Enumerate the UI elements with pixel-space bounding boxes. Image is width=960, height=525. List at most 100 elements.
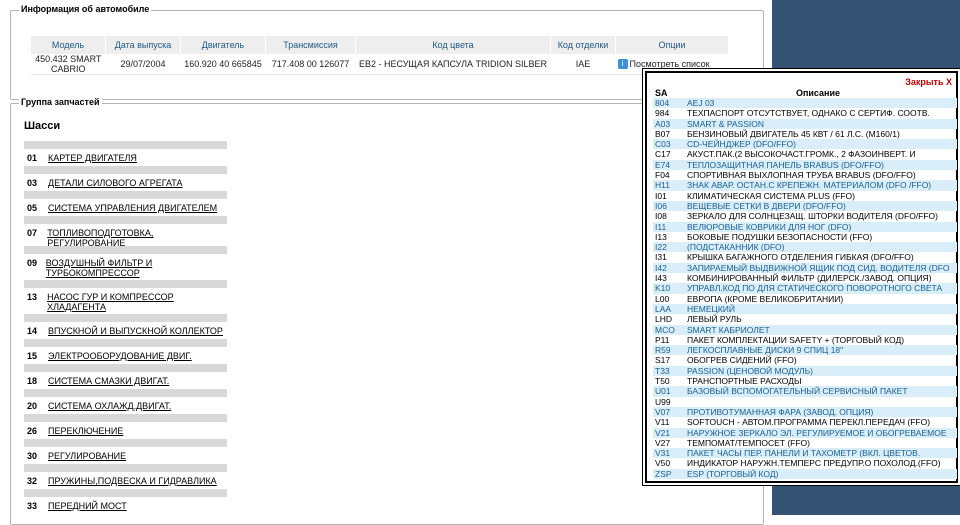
option-desc: БАЗОВЫЙ ВСПОМОГАТЕЛЬНЫЙ СЕРВИСНЫЙ ПАКЕТ (687, 386, 908, 397)
group-number: 09 (27, 258, 38, 268)
group-link[interactable]: СИСТЕМА ОХЛАЖД.ДВИГАТ. (48, 401, 171, 411)
option-row: LHD ЛЕВЫЙ РУЛЬ (653, 314, 957, 324)
parts-group-item[interactable]: 03 ДЕТАЛИ СИЛОВОГО АГРЕГАТА (24, 166, 227, 191)
option-row: 984 ТЕХПАСПОРТ ОТСУТСТВУЕТ, ОДНАКО С СЕРТ… (653, 108, 957, 118)
group-row: 07 ТОПЛИВОПОДГОТОВКА, РЕГУЛИРОВАНИЕ (24, 224, 227, 248)
group-link[interactable]: ЭЛЕКТРООБОРУДОВАНИЕ ДВИГ. (48, 351, 192, 361)
option-desc: ПАКЕТ КОМПЛЕКТАЦИИ SAFETY + (ТОРГОВЫЙ КО… (687, 334, 905, 345)
group-link[interactable]: ВОЗДУШНЫЙ ФИЛЬТР И ТУРБОКОМПРЕССОР (46, 258, 227, 278)
group-number: 05 (27, 203, 38, 213)
group-link[interactable]: ТОПЛИВОПОДГОТОВКА, РЕГУЛИРОВАНИЕ (47, 228, 227, 248)
parts-group-item[interactable]: 05 СИСТЕМА УПРАВЛЕНИЯ ДВИГАТЕЛЕМ (24, 191, 227, 216)
parts-group-item[interactable]: 07 ТОПЛИВОПОДГОТОВКА, РЕГУЛИРОВАНИЕ (24, 216, 227, 248)
group-separator (24, 246, 227, 254)
option-code: I43 (655, 273, 667, 284)
col-date: Дата выпуска (105, 36, 181, 54)
parts-group-item[interactable]: 30 РЕГУЛИРОВАНИЕ (24, 439, 227, 464)
option-row: I31 КРЫШКА БАГАЖНОГО ОТДЕЛЕНИЯ ГИБКАЯ (DF… (653, 252, 957, 262)
group-link[interactable]: НАСОС ГУР И КОМПРЕССОР ХЛАДАГЕНТА (47, 292, 227, 312)
option-desc: КРЫШКА БАГАЖНОГО ОТДЕЛЕНИЯ ГИБКАЯ (DFO/F… (687, 252, 914, 263)
option-code: P11 (655, 334, 670, 345)
parts-group-item[interactable]: 20 СИСТЕМА ОХЛАЖД.ДВИГАТ. (24, 389, 227, 414)
option-code: V50 (655, 458, 671, 469)
parts-group-item[interactable]: 32 ПРУЖИНЫ,ПОДВЕСКА И ГИДРАВЛИКА (24, 464, 227, 489)
group-link[interactable]: ВПУСКНОЙ И ВЫПУСКНОЙ КОЛЛЕКТОР (48, 326, 223, 336)
option-desc (687, 397, 957, 407)
group-number: 03 (27, 178, 38, 188)
option-desc: ТЕПЛОЗАЩИТНАЯ ПАНЕЛЬ BRABUS (DFO/FFO) (687, 159, 884, 170)
option-code: L00 (655, 293, 670, 304)
option-code: H11 (655, 180, 670, 191)
group-link[interactable]: СИСТЕМА УПРАВЛЕНИЯ ДВИГАТЕЛЕМ (48, 203, 217, 213)
option-desc: SMART КАБРИОЛЕТ (687, 324, 770, 335)
car-info-legend: Информация об автомобиле (19, 4, 152, 14)
option-code: 984 (655, 108, 670, 119)
parts-group-item[interactable]: 13 НАСОС ГУР И КОМПРЕССОР ХЛАДАГЕНТА (24, 280, 227, 314)
group-row: 05 СИСТЕМА УПРАВЛЕНИЯ ДВИГАТЕЛЕМ (24, 199, 227, 213)
option-desc: ЕВРОПА (КРОМЕ ВЕЛИКОБРИТАНИИ) (687, 293, 844, 304)
col-options: Опции (615, 36, 729, 54)
option-row: S17 ОБОГРЕВ СИДЕНИЙ (FFO) (653, 355, 957, 365)
option-row: V11 SOFTOUCH - АВТОМ.ПРОГРАММА ПЕРЕКЛ.ПЕР… (653, 417, 957, 427)
cell-engine: 160.920 40 665845 (180, 54, 266, 75)
option-code: U01 (655, 386, 671, 397)
group-separator (24, 166, 227, 174)
option-desc: ИНДИКАТОР НАРУЖН.ТЕМПЕРС ПРЕДУПР.О ПОХОЛ… (687, 458, 941, 469)
group-link[interactable]: ДЕТАЛИ СИЛОВОГО АГРЕГАТА (48, 178, 182, 188)
parts-group-item[interactable]: 09 ВОЗДУШНЫЙ ФИЛЬТР И ТУРБОКОМПРЕССОР (24, 246, 227, 280)
group-row: 01 КАРТЕР ДВИГАТЕЛЯ (24, 149, 227, 163)
option-row: C17 АКУСТ.ПАК.(2 ВЫСОКОЧАСТ.ГРОМК., 2 ФАЗ… (653, 149, 957, 159)
parts-group-item[interactable]: 01 КАРТЕР ДВИГАТЕЛЯ (24, 141, 227, 166)
group-link[interactable]: ПЕРЕДНИЙ МОСТ (48, 501, 127, 511)
group-link[interactable]: ПРУЖИНЫ,ПОДВЕСКА И ГИДРАВЛИКА (48, 476, 217, 486)
cell-date: 29/07/2004 (105, 54, 181, 75)
parts-group-legend: Группа запчастей (19, 97, 102, 107)
option-desc: (ПОДСТАКАННИК (DFO) (687, 242, 785, 253)
group-number: 32 (27, 476, 38, 486)
option-code: V21 (655, 427, 671, 438)
group-row: 32 ПРУЖИНЫ,ПОДВЕСКА И ГИДРАВЛИКА (24, 472, 227, 486)
group-link[interactable]: РЕГУЛИРОВАНИЕ (48, 451, 126, 461)
close-popup-button[interactable]: Закрыть X (905, 77, 952, 87)
parts-group-item[interactable]: 15 ЭЛЕКТРООБОРУДОВАНИЕ ДВИГ. (24, 339, 227, 364)
group-separator (24, 191, 227, 199)
option-desc: НАРУЖНОЕ ЗЕРКАЛО ЭЛ. РЕГУЛИРУЕМОЕ И ОБОГ… (687, 427, 947, 438)
group-link[interactable]: ПЕРЕКЛЮЧЕНИЕ (48, 426, 123, 436)
parts-group-item[interactable]: 33 ПЕРЕДНИЙ МОСТ (24, 489, 227, 514)
cell-color: EB2 - НЕСУЩАЯ КАПСУЛА TRIDION SILBER (355, 54, 551, 75)
parts-group-item[interactable]: 14 ВПУСКНОЙ И ВЫПУСКНОЙ КОЛЛЕКТОР (24, 314, 227, 339)
option-row: C03 CD-ЧЕЙНДЖЕР (DFO/FFO) (653, 139, 957, 150)
group-row: 09 ВОЗДУШНЫЙ ФИЛЬТР И ТУРБОКОМПРЕССОР (24, 254, 227, 278)
col-model: Модель (31, 36, 106, 54)
option-row: V27 ТЕМПОМАТ/ТЕМПОСЕТ (FFO) (653, 438, 957, 448)
parts-group-item[interactable]: 18 СИСТЕМА СМАЗКИ ДВИГАТ. (24, 364, 227, 389)
option-row: I08 ЗЕРКАЛО ДЛЯ СОЛНЦЕЗАЩ. ШТОРКИ ВОДИТЕЛ… (653, 211, 957, 221)
option-desc: КОМБИНИРОВАННЫЙ ФИЛЬТР (ДИЛЕРСК./ЗАВОД. … (687, 273, 932, 284)
option-code: V31 (655, 448, 671, 459)
option-row: I42 ЗАПИРАЕМЫЙ ВЫДВИЖНОЙ ЯЩИК ПОД СИД. ВО… (653, 262, 957, 274)
option-code: MCO (655, 324, 675, 335)
col-trim: Код отделки (550, 36, 616, 54)
option-row: B07 БЕНЗИНОВЫЙ ДВИГАТЕЛЬ 45 КВТ / 61 Л.С.… (653, 129, 957, 139)
option-code: K10 (655, 283, 671, 294)
option-code: R59 (655, 345, 671, 356)
option-desc: ВЕЩЕВЫЕ СЕТКИ В ДВЕРИ (DFO/FFO) (687, 200, 846, 211)
option-code: T33 (655, 365, 670, 376)
group-number: 15 (27, 351, 38, 361)
group-row: 13 НАСОС ГУР И КОМПРЕССОР ХЛАДАГЕНТА (24, 288, 227, 312)
parts-group-item[interactable]: 26 ПЕРЕКЛЮЧЕНИЕ (24, 414, 227, 439)
group-link[interactable]: КАРТЕР ДВИГАТЕЛЯ (48, 153, 137, 163)
group-link[interactable]: СИСТЕМА СМАЗКИ ДВИГАТ. (48, 376, 169, 386)
option-row: T33 PASSION (ЦЕНОВОЙ МОДУЛЬ) (653, 365, 957, 377)
option-code: I08 (655, 211, 667, 222)
option-code: I22 (655, 242, 667, 253)
car-info-row: 450.432 SMART CABRIO 29/07/2004 160.920 … (31, 54, 729, 75)
option-desc: ESP (ТОРГОВЫЙ КОД) (687, 468, 779, 479)
group-separator (24, 464, 227, 472)
view-options-link[interactable]: i Посмотреть список (617, 59, 710, 70)
option-desc: ПАКЕТ ЧАСЫ ПЕР. ПАНЕЛИ И ТАХОМЕТР (ВКЛ. … (687, 448, 921, 459)
option-row: H11 ЗНАК АВАР. ОСТАН.С КРЕПЕЖН. МАТЕРИАЛО… (653, 180, 957, 191)
option-row: R59 ЛЕГКОСПЛАВНЫЕ ДИСКИ 9 СПИЦ 18" (653, 345, 957, 356)
option-row: I22 (ПОДСТАКАННИК (DFO) (653, 242, 957, 253)
option-row: MCO SMART КАБРИОЛЕТ (653, 324, 957, 335)
